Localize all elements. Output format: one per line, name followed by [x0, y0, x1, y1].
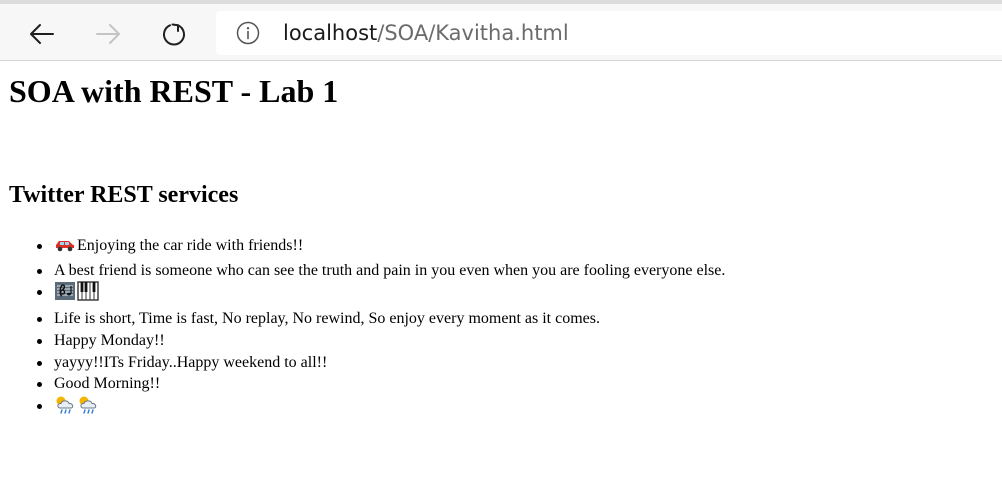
arrow-right-icon	[96, 24, 120, 44]
tweet-text: Life is short, Time is fast, No replay, …	[54, 310, 600, 328]
refresh-icon	[163, 23, 185, 46]
forward-button[interactable]	[88, 14, 128, 54]
browser-toolbar: localhost/SOA/Kavitha.html	[0, 0, 1002, 61]
musical-score-icon	[54, 281, 76, 308]
piano-keys-icon	[77, 281, 99, 308]
page-title: SOA with REST - Lab 1	[9, 73, 339, 109]
tweet-list: Enjoying the car ride with friends!! A be…	[0, 235, 725, 422]
car-icon	[54, 237, 76, 260]
sun-behind-rain-cloud-icon	[54, 395, 76, 422]
tweet-text: A best friend is someone who can see the…	[54, 261, 726, 279]
tweet-text: Enjoying the car ride with friends!!	[77, 237, 304, 254]
tweet-item	[36, 395, 725, 422]
arrow-left-icon	[30, 24, 54, 44]
tweet-text: yayyy!!ITs Friday..Happy weekend to all!…	[54, 353, 328, 371]
tweet-item: Life is short, Time is fast, No replay, …	[36, 308, 725, 330]
tweet-item: Enjoying the car ride with friends!!	[36, 235, 725, 260]
tweet-text: Good Morning!!	[54, 375, 161, 393]
tweet-item	[36, 281, 725, 308]
refresh-button[interactable]	[154, 14, 194, 54]
address-bar[interactable]: localhost/SOA/Kavitha.html	[216, 11, 1002, 55]
info-icon[interactable]	[236, 21, 260, 45]
back-button[interactable]	[22, 14, 62, 54]
sun-behind-rain-cloud-icon	[77, 395, 99, 422]
tweet-item: Happy Monday!!	[36, 330, 725, 352]
url-text[interactable]: localhost/SOA/Kavitha.html	[283, 20, 569, 46]
tweet-text: Happy Monday!!	[54, 331, 165, 349]
tweet-item: Good Morning!!	[36, 373, 725, 395]
tweet-item: yayyy!!ITs Friday..Happy weekend to all!…	[36, 352, 725, 374]
page-content: SOA with REST - Lab 1 Twitter REST servi…	[0, 61, 1002, 488]
section-heading: Twitter REST services	[9, 182, 239, 208]
tweet-item: A best friend is someone who can see the…	[36, 260, 726, 282]
url-path: /SOA/Kavitha.html	[377, 21, 569, 45]
url-host: localhost	[283, 21, 378, 45]
